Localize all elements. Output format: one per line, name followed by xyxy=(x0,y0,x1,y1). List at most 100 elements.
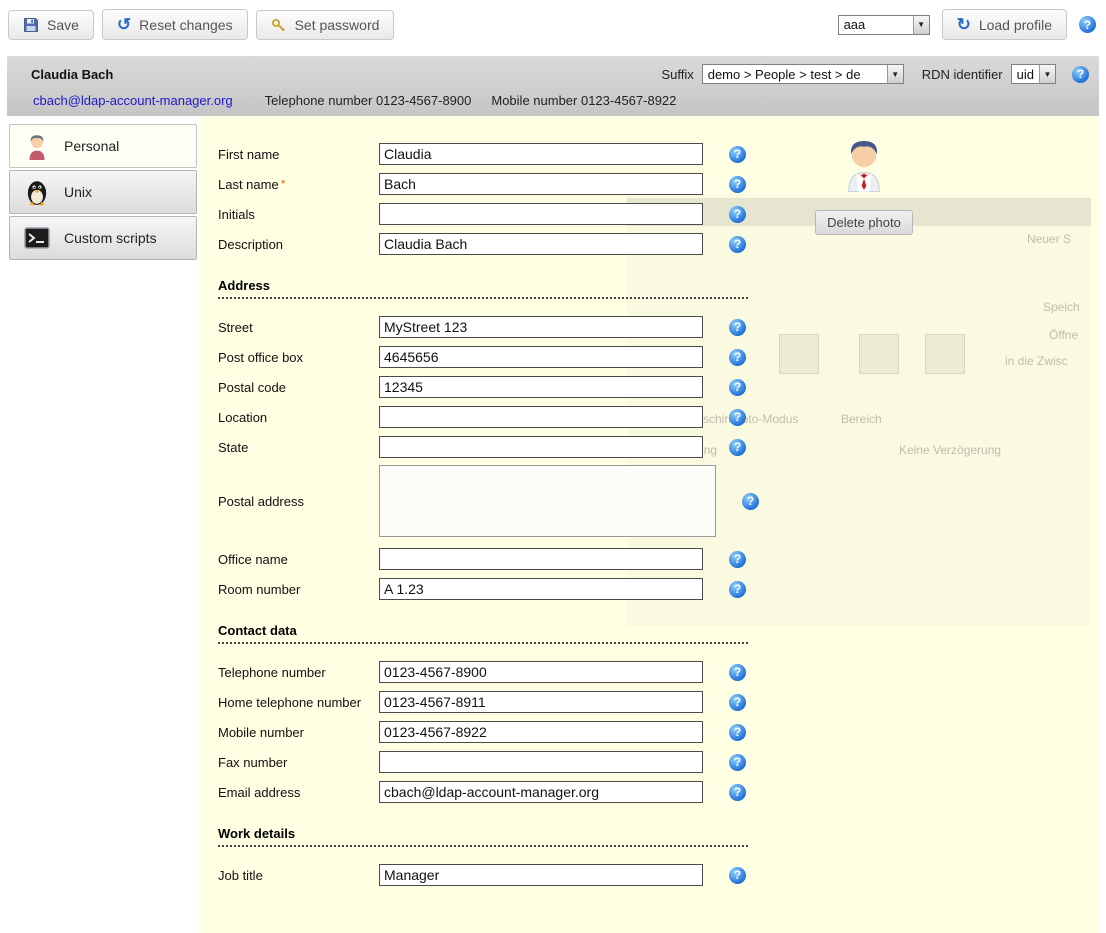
field-input-home-telephone-number[interactable] xyxy=(379,691,703,713)
field-label: State xyxy=(218,440,379,455)
section-title: Work details xyxy=(218,826,748,847)
lam-page: Save ↺ Reset changes Set password aaa ▼ … xyxy=(0,0,1106,917)
account-email-link[interactable]: cbach@ldap-account-manager.org xyxy=(33,93,233,108)
field-label: Email address xyxy=(218,785,379,800)
form-row: Postal code? xyxy=(218,375,1099,399)
field-input-post-office-box[interactable] xyxy=(379,346,703,368)
save-label: Save xyxy=(47,17,79,33)
tab-custom-scripts[interactable]: Custom scripts xyxy=(9,216,197,260)
field-label: Last name* xyxy=(218,177,379,192)
load-profile-button[interactable]: ↻ Load profile xyxy=(942,9,1067,40)
form-row: Office name? xyxy=(218,547,1099,571)
help-icon[interactable]: ? xyxy=(729,439,746,456)
suffix-select[interactable]: demo > People > test > de ▼ xyxy=(702,64,904,84)
penguin-icon xyxy=(22,177,52,207)
field-label: Fax number xyxy=(218,755,379,770)
form-row: Email address? xyxy=(218,780,1099,804)
form-row: State? xyxy=(218,435,1099,459)
field-input-postal-code[interactable] xyxy=(379,376,703,398)
help-icon[interactable]: ? xyxy=(729,379,746,396)
field-input-state[interactable] xyxy=(379,436,703,458)
account-header-controls: Suffix demo > People > test > de ▼ RDN i… xyxy=(661,64,1089,84)
field-label-text: Office name xyxy=(218,552,288,567)
help-icon[interactable]: ? xyxy=(729,551,746,568)
help-icon[interactable]: ? xyxy=(729,236,746,253)
tab-unix[interactable]: Unix xyxy=(9,170,197,214)
help-icon[interactable]: ? xyxy=(729,176,746,193)
help-icon[interactable]: ? xyxy=(729,409,746,426)
help-icon[interactable]: ? xyxy=(729,664,746,681)
account-name: Claudia Bach xyxy=(31,67,113,82)
load-profile-label: Load profile xyxy=(979,17,1052,33)
field-input-telephone-number[interactable] xyxy=(379,661,703,683)
field-label-text: Last name xyxy=(218,177,279,192)
field-input-office-name[interactable] xyxy=(379,548,703,570)
help-icon[interactable]: ? xyxy=(729,319,746,336)
help-icon[interactable]: ? xyxy=(729,867,746,884)
field-input-mobile-number[interactable] xyxy=(379,721,703,743)
section-title: Contact data xyxy=(218,623,748,644)
help-icon[interactable]: ? xyxy=(729,694,746,711)
field-input-room-number[interactable] xyxy=(379,578,703,600)
field-label-text: Email address xyxy=(218,785,300,800)
field-label-text: Description xyxy=(218,237,283,252)
tab-label: Custom scripts xyxy=(64,230,157,246)
reset-changes-button[interactable]: ↺ Reset changes xyxy=(102,9,248,40)
form-row: Job title? xyxy=(218,863,1099,887)
form-row: Home telephone number? xyxy=(218,690,1099,714)
form-row: Post office box? xyxy=(218,345,1099,369)
field-label-text: Street xyxy=(218,320,253,335)
tab-label: Personal xyxy=(64,138,119,154)
account-header-row2: cbach@ldap-account-manager.org Telephone… xyxy=(19,93,1089,108)
help-icon[interactable]: ? xyxy=(729,784,746,801)
field-label-text: Postal address xyxy=(218,494,304,509)
field-input-location[interactable] xyxy=(379,406,703,428)
field-label: Description xyxy=(218,237,379,252)
tab-personal[interactable]: Personal xyxy=(9,124,197,168)
field-label: Postal address xyxy=(218,494,379,509)
form-row: Mobile number? xyxy=(218,720,1099,744)
field-label-text: Fax number xyxy=(218,755,287,770)
field-input-first-name[interactable] xyxy=(379,143,703,165)
dropdown-arrow-icon: ▼ xyxy=(913,16,929,34)
field-input-email-address[interactable] xyxy=(379,781,703,803)
help-icon[interactable]: ? xyxy=(1072,66,1089,83)
field-input-last-name[interactable] xyxy=(379,173,703,195)
field-label-text: Location xyxy=(218,410,267,425)
field-label: Room number xyxy=(218,582,379,597)
profile-select-value: aaa xyxy=(839,16,913,34)
set-password-button[interactable]: Set password xyxy=(256,10,395,40)
personal-form: First name?Last name*?Initials?Descripti… xyxy=(199,142,1099,887)
delete-photo-button[interactable]: Delete photo xyxy=(815,210,913,235)
field-label-text: Home telephone number xyxy=(218,695,361,710)
field-input-postal-address[interactable] xyxy=(379,465,716,537)
toolbar-right-group: aaa ▼ ↻ Load profile ? xyxy=(838,9,1096,40)
field-input-initials[interactable] xyxy=(379,203,703,225)
user-photo xyxy=(841,134,887,197)
help-icon[interactable]: ? xyxy=(729,206,746,223)
rdn-identifier-label: RDN identifier xyxy=(922,67,1003,82)
help-icon[interactable]: ? xyxy=(729,146,746,163)
form-row: Room number? xyxy=(218,577,1099,601)
personal-tab-content: Neuer S Speich Öffne in die Zwisc Bildsc… xyxy=(199,116,1099,933)
help-icon[interactable]: ? xyxy=(729,349,746,366)
profile-select[interactable]: aaa ▼ xyxy=(838,15,930,35)
main-toolbar: Save ↺ Reset changes Set password aaa ▼ … xyxy=(0,0,1106,56)
field-label: Postal code xyxy=(218,380,379,395)
field-input-fax-number[interactable] xyxy=(379,751,703,773)
rdn-select-value: uid xyxy=(1012,65,1039,83)
help-icon[interactable]: ? xyxy=(1079,16,1096,33)
save-button[interactable]: Save xyxy=(8,10,94,40)
help-icon[interactable]: ? xyxy=(729,724,746,741)
field-label-text: Post office box xyxy=(218,350,303,365)
field-input-description[interactable] xyxy=(379,233,703,255)
set-password-label: Set password xyxy=(295,17,380,33)
rdn-select[interactable]: uid ▼ xyxy=(1011,64,1056,84)
help-icon[interactable]: ? xyxy=(729,754,746,771)
help-icon[interactable]: ? xyxy=(729,581,746,598)
field-input-street[interactable] xyxy=(379,316,703,338)
tab-list: Personal Unix Custom scripts xyxy=(7,116,199,933)
help-icon[interactable]: ? xyxy=(742,493,759,510)
field-label: Initials xyxy=(218,207,379,222)
field-input-job-title[interactable] xyxy=(379,864,703,886)
